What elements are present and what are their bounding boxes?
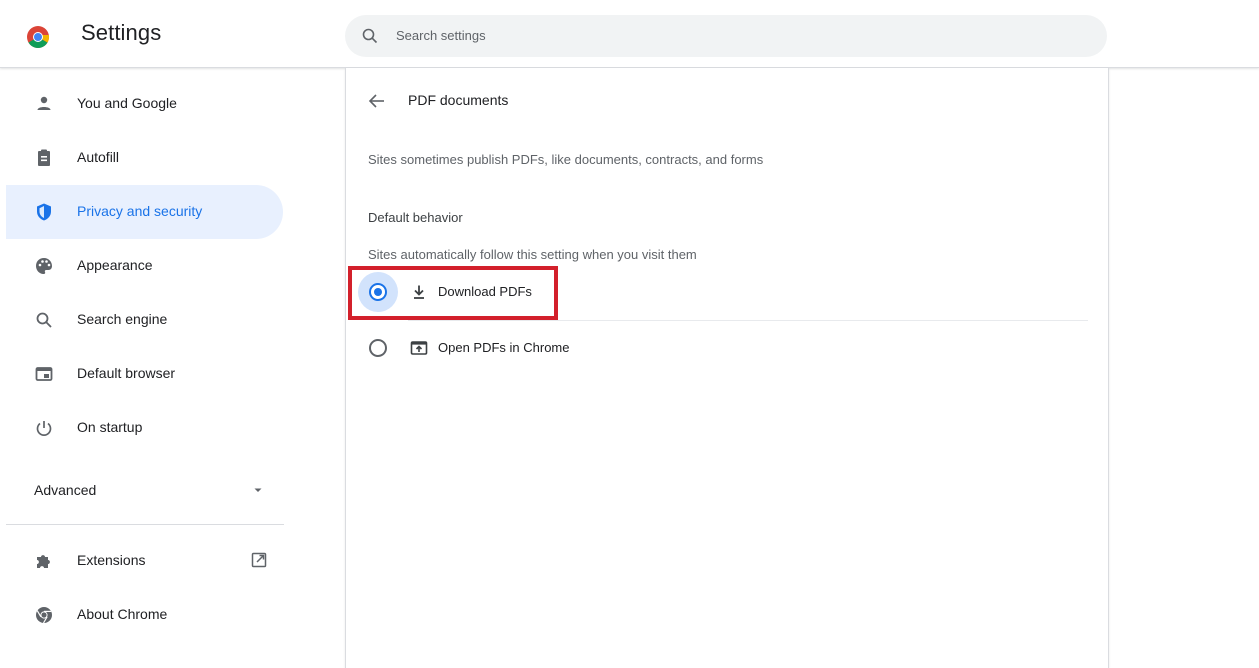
sidebar-item-label: You and Google [77,95,177,111]
sidebar-item-autofill[interactable]: Autofill [6,131,283,185]
shield-icon [37,203,51,221]
option-divider [408,320,1088,321]
option-open-pdfs-in-chrome[interactable]: Open PDFs in Chrome [358,324,1088,372]
search-settings-box[interactable]: Search settings [345,15,1107,57]
sidebar-item-label: On startup [77,419,143,435]
sidebar-item-appearance[interactable]: Appearance [6,239,283,293]
sidebar-item-label: About Chrome [77,606,168,622]
search-icon [362,28,378,44]
option-download-pdfs[interactable]: Download PDFs [358,268,1088,316]
sidebar-item-label: Default browser [77,365,176,381]
download-icon [414,285,424,299]
chrome-outline-icon [36,607,52,624]
sidebar-advanced-toggle[interactable]: Advanced [6,463,283,517]
sidebar-item-label: Appearance [77,257,153,273]
settings-header: Settings Search settings [0,0,1259,68]
person-icon [37,96,51,110]
chrome-logo-icon [27,26,50,48]
sidebar-item-default-browser[interactable]: Default browser [6,347,283,401]
page-description: Sites sometimes publish PDFs, like docum… [368,152,764,167]
sidebar-item-label: Extensions [77,552,146,568]
sidebar-item-label: Autofill [77,149,120,165]
arrow-back-icon[interactable] [366,90,388,112]
page-title: PDF documents [408,92,509,108]
search-icon [36,312,52,328]
search-input[interactable]: Search settings [396,28,486,43]
sidebar-item-search-engine[interactable]: Search engine [6,293,283,347]
settings-sidebar: You and Google Autofill Privacy and secu… [0,69,300,655]
radio-download-pdfs[interactable] [369,283,387,301]
advanced-label: Advanced [34,482,97,498]
clipboard-icon [38,149,50,166]
caret-down-icon [254,488,262,492]
pdf-documents-card: PDF documents Sites sometimes publish PD… [345,68,1109,668]
power-icon [36,421,52,436]
open-in-window-icon [410,341,428,355]
palette-icon [36,258,52,274]
option-label: Open PDFs in Chrome [438,340,570,355]
sidebar-item-label: Privacy and security [77,203,203,219]
open-in-new-icon[interactable] [250,551,268,569]
puzzle-icon [37,555,50,568]
default-behavior-subtext: Sites automatically follow this setting … [368,247,697,262]
app-title: Settings [81,20,162,45]
sidebar-item-privacy-and-security[interactable]: Privacy and security [6,185,283,239]
sidebar-item-label: Search engine [77,311,168,327]
sidebar-item-about-chrome[interactable]: About Chrome [6,588,283,642]
sidebar-item-you-and-google[interactable]: You and Google [6,77,283,131]
radio-open-pdfs-in-chrome[interactable] [369,339,387,357]
sidebar-item-on-startup[interactable]: On startup [6,401,283,455]
sidebar-divider [6,524,284,525]
browser-window-icon [35,367,53,381]
option-label: Download PDFs [438,284,532,299]
sidebar-item-extensions[interactable]: Extensions [6,534,283,588]
default-behavior-heading: Default behavior [368,210,463,225]
